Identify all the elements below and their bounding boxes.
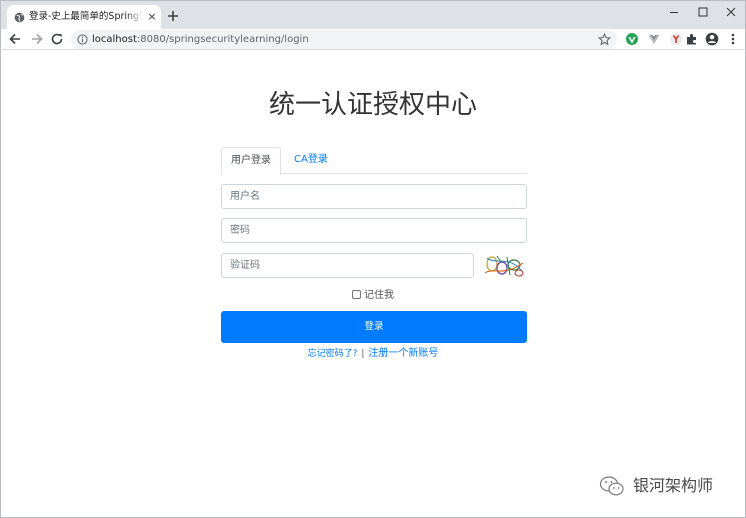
browser-toolbar: localhost:8080/springsecuritylearning/lo…	[0, 29, 746, 50]
extensions-puzzle-icon[interactable]	[685, 32, 699, 46]
extension-green-icon[interactable]	[625, 32, 639, 46]
profile-avatar-icon[interactable]	[705, 32, 719, 46]
bookmark-star-icon[interactable]	[598, 33, 611, 46]
reload-icon[interactable]	[50, 32, 64, 46]
wechat-logo-icon	[599, 476, 624, 496]
remember-me-label: 记住我	[364, 290, 394, 301]
back-arrow-icon[interactable]	[8, 32, 22, 46]
captcha-image[interactable]	[483, 253, 525, 279]
url-host: localhost	[92, 34, 137, 45]
extension-y-icon[interactable]	[669, 32, 683, 46]
url-text: localhost:8080/springsecuritylearning/lo…	[92, 32, 309, 47]
forward-arrow-icon[interactable]	[30, 32, 44, 46]
new-tab-plus-icon[interactable]	[165, 8, 181, 24]
info-icon[interactable]	[77, 34, 88, 45]
register-link[interactable]: 注册一个新账号	[368, 348, 438, 359]
url-path: :8080/springsecuritylearning/login	[136, 34, 309, 45]
watermark-text: 银河架构师	[633, 476, 714, 495]
tab-title: 登录-史上最简单的SpringSecurity教程	[29, 11, 143, 22]
browser-tab-strip: 登录-史上最简单的SpringSecurity教程 ×	[0, 0, 746, 30]
tab-user-login[interactable]: 用户登录	[221, 147, 281, 175]
window-maximize-icon[interactable]	[689, 3, 717, 21]
browser-tab[interactable]: 登录-史上最简单的SpringSecurity教程 ×	[7, 5, 161, 30]
link-separator: |	[361, 349, 365, 359]
tab-ca-login[interactable]: CA登录	[285, 147, 337, 174]
window-close-icon[interactable]	[717, 3, 745, 21]
login-tabs: 用户登录 CA登录	[221, 147, 527, 175]
remember-me-checkbox[interactable]	[352, 290, 361, 299]
remember-me[interactable]: 记住我	[352, 289, 394, 303]
auth-links: 忘记密码了? | 注册一个新账号	[1, 347, 745, 361]
tab-close-icon[interactable]: ×	[146, 11, 158, 23]
globe-icon	[14, 12, 25, 23]
page-title: 统一认证授权中心	[268, 90, 477, 120]
more-menu-icon[interactable]	[726, 32, 740, 46]
username-input[interactable]: 用户名	[221, 184, 527, 209]
page-viewport: 统一认证授权中心 用户登录 CA登录 用户名 密码 验证码 记住我 登录 忘记密…	[0, 50, 746, 518]
address-bar[interactable]: localhost:8080/springsecuritylearning/lo…	[71, 30, 617, 49]
captcha-input[interactable]: 验证码	[221, 253, 474, 278]
window-minimize-icon[interactable]	[660, 3, 688, 21]
password-input[interactable]: 密码	[221, 218, 527, 243]
forgot-password-link[interactable]: 忘记密码了?	[308, 349, 358, 359]
login-button[interactable]: 登录	[221, 311, 527, 343]
extension-vue-devtools-icon[interactable]	[647, 32, 661, 46]
